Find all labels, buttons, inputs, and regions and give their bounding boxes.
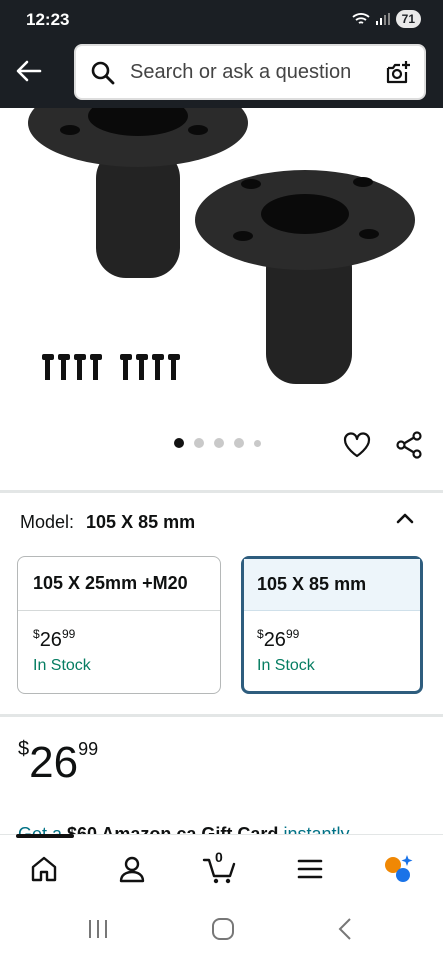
section-divider (0, 490, 443, 493)
variant-option-price: $2699 (257, 627, 300, 651)
search-icon (91, 61, 115, 85)
back-arrow-icon (16, 60, 42, 82)
pagination-dot[interactable] (234, 438, 244, 448)
search-bar[interactable]: Search or ask a question (74, 44, 426, 100)
active-tab-indicator (16, 834, 74, 838)
status-bar: 12:23 71 (0, 0, 443, 40)
back-button[interactable] (14, 56, 44, 86)
recent-apps-icon[interactable] (86, 916, 110, 942)
system-navigation-bar (0, 900, 443, 960)
assistant-icon (385, 855, 413, 882)
pagination-dot[interactable] (174, 438, 184, 448)
share-icon (396, 431, 422, 459)
price-cents: 99 (78, 739, 99, 759)
cart-count: 0 (215, 849, 223, 865)
nav-rufus-assistant[interactable] (378, 849, 418, 889)
price-whole: 26 (29, 738, 79, 787)
variant-label: Model: (20, 512, 75, 532)
bottom-navigation: 0 (0, 834, 443, 900)
hamburger-menu-icon (297, 859, 323, 879)
battery-indicator: 71 (395, 10, 421, 28)
variant-option-stock: In Stock (257, 657, 315, 674)
search-input[interactable]: Search or ask a question (130, 61, 351, 84)
app-header: 12:23 71 Search or ask a question (0, 0, 443, 108)
nav-account[interactable] (112, 849, 152, 889)
nav-cart[interactable]: 0 (200, 849, 240, 889)
person-icon (119, 856, 145, 883)
nav-menu[interactable] (290, 849, 330, 889)
pagination-dot[interactable] (254, 439, 261, 447)
share-button[interactable] (394, 430, 424, 465)
nav-home[interactable] (24, 849, 64, 889)
camera-search-icon[interactable] (384, 59, 412, 87)
section-divider (0, 714, 443, 717)
home-button-icon[interactable] (210, 916, 236, 942)
variant-selected-value: 105 X 85 mm (86, 512, 196, 532)
variant-option-name: 105 X 25mm +M20 (18, 557, 220, 611)
variant-option-price: $2699 (33, 627, 76, 651)
pagination-dot[interactable] (194, 438, 204, 448)
status-icons: 71 (352, 10, 421, 28)
variant-option-name: 105 X 85 mm (244, 559, 420, 611)
signal-icon (375, 13, 390, 25)
price-currency: $ (18, 738, 30, 760)
heart-icon (343, 432, 371, 458)
back-nav-icon[interactable] (334, 916, 358, 942)
variant-option-card[interactable]: 105 X 25mm +M20 $2699 In Stock (17, 556, 221, 694)
wishlist-button[interactable] (342, 430, 372, 465)
image-pagination-dots[interactable] (174, 438, 261, 448)
variant-selector-header[interactable]: Model: 105 X 85 mm (20, 512, 195, 533)
status-time: 12:23 (26, 10, 70, 29)
variant-option-card-selected[interactable]: 105 X 85 mm $2699 In Stock (241, 556, 423, 694)
product-image[interactable] (0, 108, 443, 488)
variant-option-stock: In Stock (33, 657, 91, 674)
pagination-dot[interactable] (214, 438, 224, 448)
product-price: $2699 (18, 738, 98, 788)
wifi-icon (352, 13, 370, 24)
speaker-flange-image (28, 108, 415, 384)
chevron-up-icon[interactable] (392, 506, 418, 532)
home-icon (31, 856, 57, 882)
